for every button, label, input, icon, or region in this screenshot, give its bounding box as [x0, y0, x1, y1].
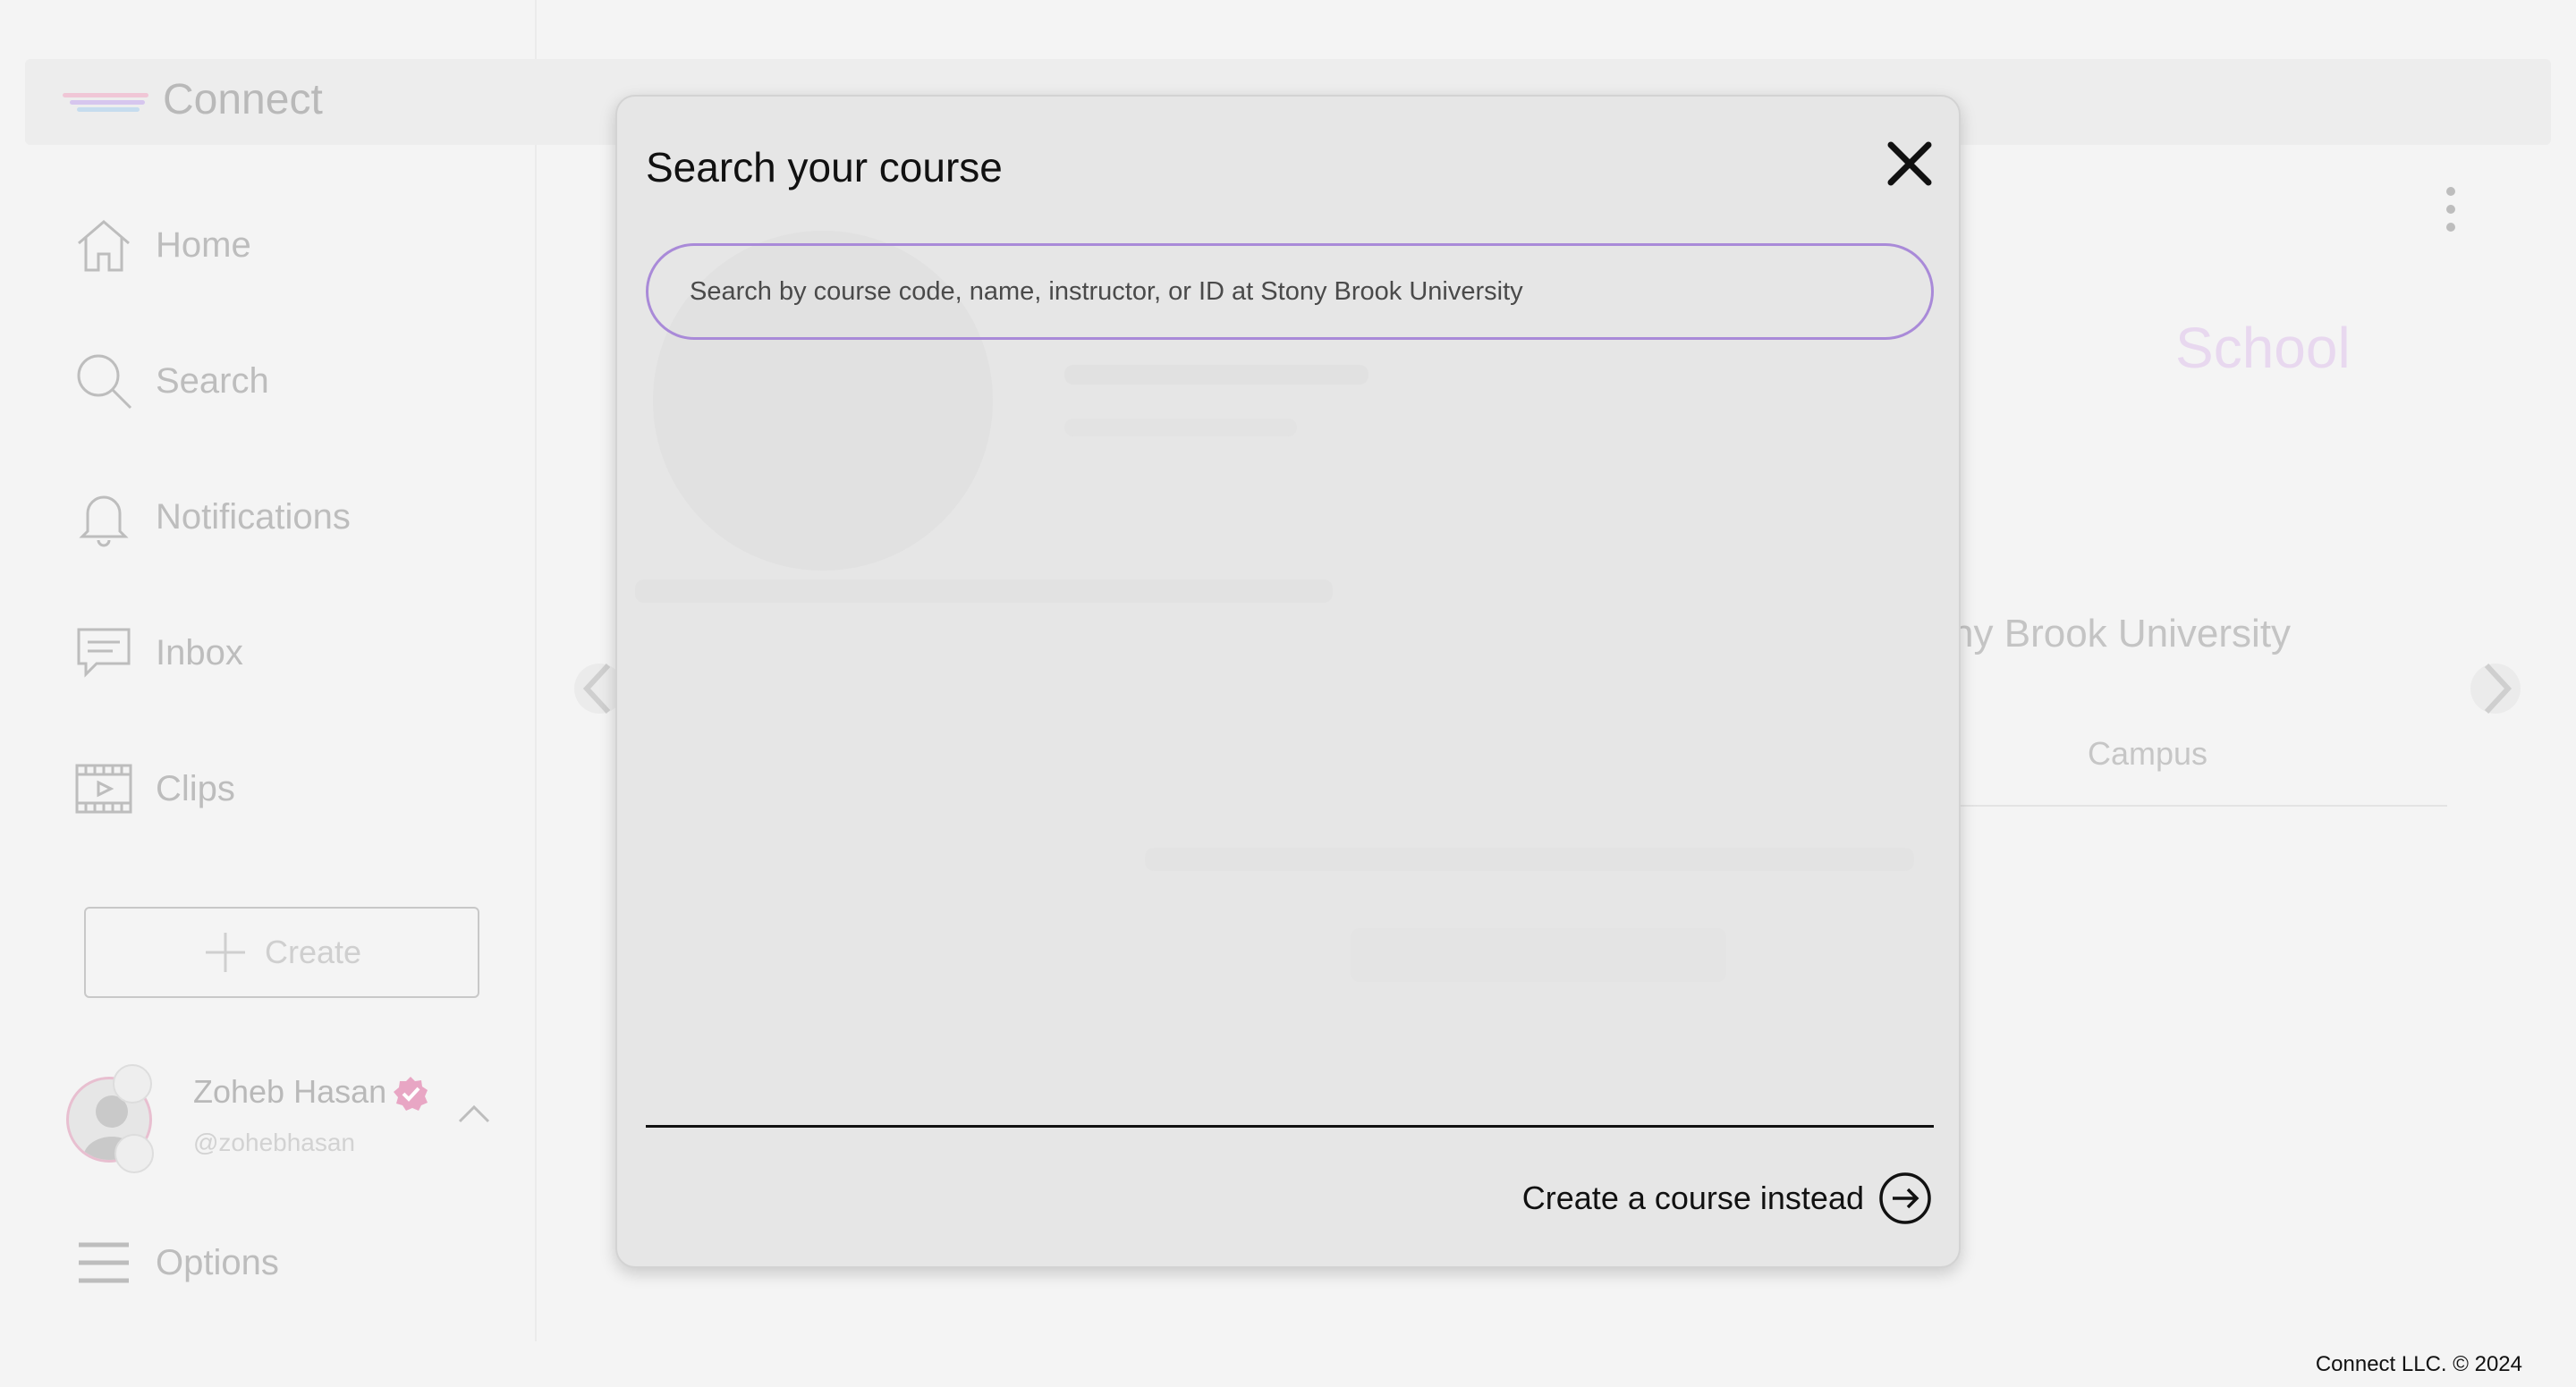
menu-icon	[79, 1242, 129, 1283]
chevron-right-icon[interactable]	[2469, 653, 2522, 724]
bell-icon	[79, 495, 129, 547]
more-options-icon[interactable]	[2444, 184, 2458, 234]
close-icon[interactable]	[1885, 140, 1934, 188]
inbox-icon	[77, 628, 131, 678]
tab-campus[interactable]: Campus	[2088, 735, 2207, 773]
course-search-input[interactable]	[646, 243, 1934, 340]
ghost-line	[635, 579, 1333, 603]
create-course-instead-label: Create a course instead	[1521, 1180, 1864, 1216]
course-search-modal: Search your course Create a course inste…	[615, 95, 1961, 1268]
logo-text: Connect	[163, 76, 323, 123]
app-logo[interactable]: Connect	[63, 75, 323, 124]
school-label: School	[2175, 316, 2351, 380]
plus-icon	[205, 933, 245, 972]
sidebar-item-inbox[interactable]: Inbox	[73, 617, 243, 689]
tab-underline	[1950, 805, 2447, 807]
modal-divider	[646, 1125, 1934, 1128]
profile-card[interactable]: Zoheb Hasan @zohebhasan	[66, 1064, 513, 1173]
film-icon	[75, 764, 132, 814]
verified-badge-icon	[394, 1077, 428, 1111]
footer-copyright: Connect LLC. © 2024	[2315, 1352, 2522, 1376]
modal-title: Search your course	[646, 144, 1003, 190]
ghost-line	[1064, 365, 1368, 385]
chevron-up-icon[interactable]	[456, 1100, 492, 1127]
sidebar-item-label: Home	[156, 224, 251, 265]
profile-name: Zoheb Hasan	[193, 1073, 387, 1110]
sidebar-item-home[interactable]: Home	[73, 209, 251, 281]
ghost-line	[1145, 848, 1914, 871]
sidebar-item-label: Clips	[156, 768, 235, 808]
logo-mark-icon	[63, 82, 148, 118]
sidebar-item-clips[interactable]: Clips	[73, 753, 235, 825]
create-button-label: Create	[264, 934, 362, 970]
profile-handle: @zohebhasan	[193, 1129, 356, 1156]
sidebar-item-options[interactable]: Options	[73, 1227, 279, 1298]
sidebar-item-label: Inbox	[156, 632, 243, 672]
create-button[interactable]: Create	[84, 907, 479, 998]
create-course-instead-link[interactable]: Create a course instead	[1522, 1171, 1932, 1225]
ghost-button	[1351, 928, 1726, 982]
sidebar-item-search[interactable]: Search	[73, 345, 269, 417]
sidebar-item-label: Notifications	[156, 496, 351, 537]
arrow-right-circle-icon	[1879, 1172, 1931, 1224]
sidebar-item-notifications[interactable]: Notifications	[73, 481, 351, 553]
search-icon	[77, 354, 132, 410]
ghost-line	[1064, 419, 1297, 436]
sidebar-item-label: Options	[156, 1242, 279, 1282]
sidebar-item-label: Search	[156, 360, 269, 401]
home-icon	[78, 220, 130, 272]
mini-avatar-icon	[114, 1134, 154, 1173]
mini-avatar-icon	[113, 1064, 152, 1104]
